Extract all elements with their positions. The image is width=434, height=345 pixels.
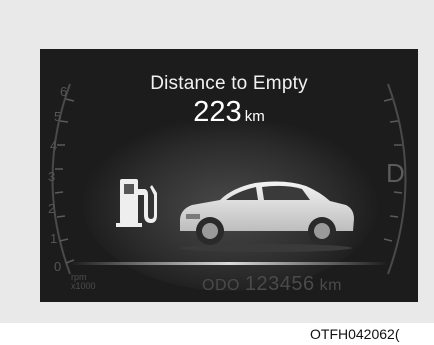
floor-line (70, 262, 388, 265)
tach-scale-4: 4 (50, 138, 58, 153)
tach-scale-6: 6 (60, 84, 68, 99)
odometer-label: ODO (202, 277, 240, 294)
gear-indicator: D (386, 158, 405, 188)
distance-to-empty-label: Distance to Empty (150, 73, 308, 94)
tach-scale-1: 1 (50, 231, 58, 246)
tach-scale-5: 5 (54, 109, 62, 124)
odometer: ODO 123456 km (202, 273, 342, 296)
figure-panel: Distance to Empty 223 km 6 5 4 3 2 1 0 rp… (0, 0, 434, 323)
tach-scale-0: 0 (54, 259, 62, 274)
rpm-unit-bottom: x1000 (71, 281, 96, 291)
figure-caption: OTFH042062( (310, 326, 400, 342)
tach-scale-3: 3 (48, 169, 56, 184)
tach-scale-2: 2 (48, 201, 56, 216)
distance-unit: km (244, 108, 265, 125)
distance-to-empty-value: 223 km (40, 96, 418, 129)
distance-number: 223 (193, 96, 242, 128)
odometer-value: 123456 (244, 273, 315, 295)
odometer-unit: km (319, 277, 342, 294)
rpm-unit-label: rpm x1000 (71, 273, 96, 291)
cluster-display: Distance to Empty 223 km 6 5 4 3 2 1 0 rp… (40, 49, 418, 302)
